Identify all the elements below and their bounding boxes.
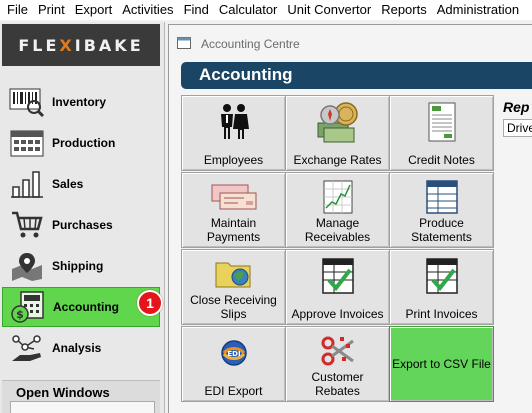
print-invoices-button[interactable]: Print Invoices <box>389 249 494 325</box>
nav-item-shipping[interactable]: Shipping <box>2 246 160 286</box>
tile-label: Credit Notes <box>408 153 475 167</box>
approve-invoices-button[interactable]: Approve Invoices <box>285 249 390 325</box>
menu-reports[interactable]: Reports <box>376 0 432 20</box>
tile-label: Customer Rebates <box>311 370 364 398</box>
invoice-check-icon <box>390 255 493 297</box>
invoice-check-icon <box>286 255 389 297</box>
menu-file[interactable]: File <box>2 0 33 20</box>
tile-label: EDI Export <box>204 384 263 398</box>
calendar-grid-icon <box>8 126 46 160</box>
calculator-money-icon: $ <box>9 290 47 324</box>
customer-rebates-button[interactable]: Customer Rebates <box>285 326 390 402</box>
tile-label: Close Receiving Slips <box>190 293 277 321</box>
menu-administration[interactable]: Administration <box>432 0 524 20</box>
coins-banknotes-icon <box>286 101 389 143</box>
statement-table-icon <box>390 176 493 218</box>
report-panel: Rep Drive <box>503 99 532 139</box>
tile-label: Produce Statements <box>411 216 472 244</box>
nav-label: Sales <box>52 177 84 191</box>
menu-print[interactable]: Print <box>33 0 70 20</box>
bar-chart-icon <box>8 167 46 201</box>
nav-item-sales[interactable]: Sales <box>2 164 160 204</box>
network-hand-icon <box>8 331 46 365</box>
cheques-icon <box>182 176 285 218</box>
accounting-centre-window: Accounting Centre Accounting Employees E… <box>168 24 532 413</box>
tile-label: Manage Receivables <box>304 216 371 244</box>
barcode-magnifier-icon <box>8 85 46 119</box>
nav-item-production[interactable]: Production <box>2 123 160 163</box>
svg-text:EDI: EDI <box>227 350 240 358</box>
menu-activities[interactable]: Activities <box>117 0 178 20</box>
tile-label: Print Invoices <box>405 307 478 321</box>
exchange-rates-button[interactable]: Exchange Rates <box>285 95 390 171</box>
open-windows-label: Open Windows <box>16 385 110 400</box>
nav-label: Accounting <box>53 300 119 314</box>
open-windows-list[interactable] <box>10 401 155 413</box>
manage-receivables-button[interactable]: Manage Receivables <box>285 172 390 248</box>
menu-find[interactable]: Find <box>179 0 214 20</box>
svg-text:$: $ <box>16 308 24 321</box>
line-chart-icon <box>286 176 389 218</box>
flexibake-logo: FLE X IBAKE <box>2 24 160 66</box>
map-pin-icon <box>8 249 46 283</box>
nav-item-analysis[interactable]: Analysis <box>2 328 160 368</box>
page-title: Accounting <box>199 65 293 84</box>
menu-export[interactable]: Export <box>70 0 118 20</box>
nav-label: Inventory <box>52 95 107 109</box>
report-panel-title: Rep <box>503 99 530 115</box>
close-receiving-slips-button[interactable]: Close Receiving Slips <box>181 249 286 325</box>
produce-statements-button[interactable]: Produce Statements <box>389 172 494 248</box>
people-icon <box>182 101 285 143</box>
scissors-icon <box>286 330 389 372</box>
edi-export-button[interactable]: EDI EDI Export <box>181 326 286 402</box>
open-windows-section: Open Windows <box>2 380 160 413</box>
nav-label: Purchases <box>52 218 113 232</box>
nav-label: Shipping <box>52 259 104 273</box>
nav-label: Production <box>52 136 116 150</box>
report-drive-select[interactable]: Drive <box>503 119 532 137</box>
nav-item-inventory[interactable]: Inventory <box>2 82 160 122</box>
shopping-cart-icon <box>8 208 46 242</box>
window-app-icon <box>177 37 191 49</box>
menu-unit-convertor[interactable]: Unit Convertor <box>282 0 376 20</box>
tile-label: Exchange Rates <box>293 153 382 167</box>
left-nav-panel: FLE X IBAKE Inventory Production Sales Pur… <box>0 22 165 413</box>
window-titlebar: Accounting Centre <box>169 25 532 59</box>
nav-item-purchases[interactable]: Purchases <box>2 205 160 245</box>
document-icon <box>390 101 493 143</box>
menu-bar: File Print Export Activities Find Calcul… <box>0 0 532 20</box>
edi-globe-icon: EDI <box>182 332 285 374</box>
export-to-csv-button[interactable]: Export to CSV File <box>389 326 494 402</box>
menu-calculator[interactable]: Calculator <box>214 0 283 20</box>
tile-label: Approve Invoices <box>291 307 384 321</box>
employees-button[interactable]: Employees <box>181 95 286 171</box>
maintain-payments-button[interactable]: Maintain Payments <box>181 172 286 248</box>
folder-globe-icon <box>182 252 285 294</box>
step-badge-1: 1 <box>137 290 163 316</box>
accounting-header: Accounting <box>181 62 532 89</box>
nav-label: Analysis <box>52 341 102 355</box>
nav-item-accounting[interactable]: $ Accounting <box>2 287 160 327</box>
credit-notes-button[interactable]: Credit Notes <box>389 95 494 171</box>
tile-label: Maintain Payments <box>206 216 261 244</box>
window-title: Accounting Centre <box>201 37 300 51</box>
tile-label: Export to CSV File <box>392 357 491 371</box>
tile-label: Employees <box>203 153 264 167</box>
